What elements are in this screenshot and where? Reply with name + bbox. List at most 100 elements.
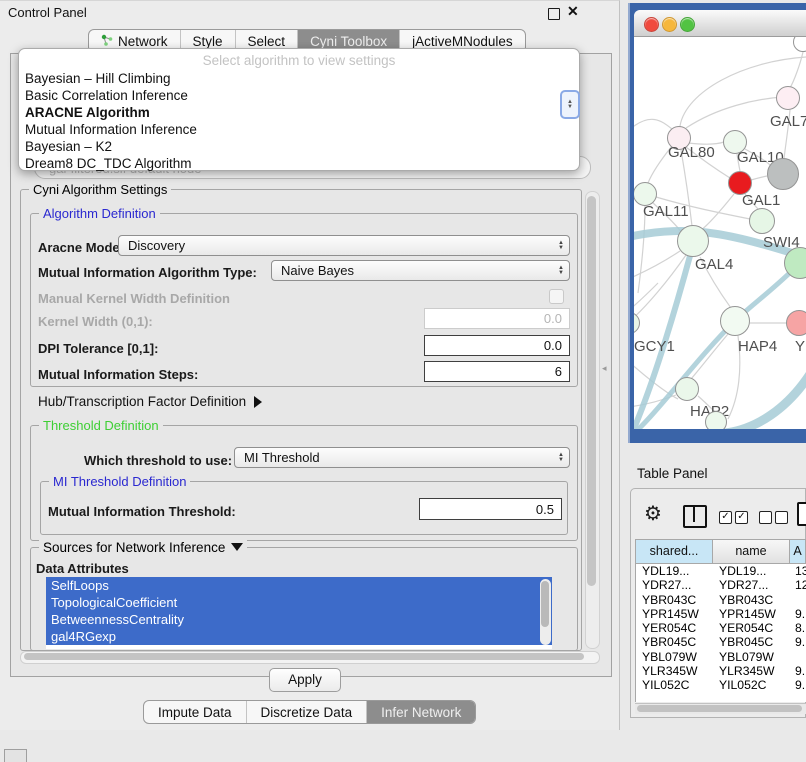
data-attributes-label: Data Attributes [36,561,129,576]
manual-kernel-width-checkbox[interactable] [549,289,564,304]
attribute-list-item[interactable]: TopologicalCoefficient [46,594,552,611]
network-node-y[interactable] [786,310,806,336]
splitter-handle[interactable]: ◂ [602,363,609,377]
float-window-icon[interactable] [548,8,560,20]
network-node-swi4[interactable] [749,208,775,234]
apply-button[interactable]: Apply [269,668,341,692]
cell: YLR345W [713,664,790,678]
network-node[interactable] [767,158,799,190]
table-row[interactable]: YIL052CYIL052C9. [636,678,806,689]
node-label: GAL7 [770,113,806,130]
control-panel-title: Control Panel [8,5,87,20]
data-attributes-list[interactable]: SelfLoopsTopologicalCoefficientBetweenne… [46,577,552,649]
mi-steps-value: 6 [555,364,569,379]
table-row[interactable]: YBR043CYBR043C [636,593,806,607]
cell: 9. [790,664,806,678]
gear-icon[interactable]: ⚙ [644,501,662,526]
cell: YDL19... [636,564,713,578]
tab-impute-data[interactable]: Impute Data [144,701,247,723]
checked-checkbox-icon[interactable]: ✓ [735,511,748,524]
mi-algorithm-type-value: Naive Bayes [272,263,553,278]
cell: YLR345W [636,664,713,678]
cell: YBL079W [636,650,713,664]
attribute-list-item[interactable]: SelfLoops [46,577,552,594]
algorithm-dropdown-popup: Select algorithm to view settings Bayesi… [18,48,580,171]
settings-vertical-scrollbar[interactable] [585,191,600,649]
zoom-traffic-light[interactable] [680,17,695,32]
table-row[interactable]: YBL079WYBL079W [636,650,806,664]
algorithm-option[interactable]: Basic Correlation Inference [19,87,579,104]
bottom-left-button[interactable] [4,749,27,762]
table-row[interactable]: YLR345WYLR345W9. [636,664,806,678]
attribute-list-item[interactable]: BetweennessCentrality [46,611,552,628]
mi-steps-field[interactable]: 6 [424,361,570,382]
network-window-titlebar[interactable] [634,10,806,37]
aracne-mode-select[interactable]: Discovery ▲▼ [118,235,570,256]
sources-group-title[interactable]: Sources for Network Inference [39,540,247,555]
table-horizontal-scrollbar[interactable] [635,703,806,714]
which-threshold-select[interactable]: MI Threshold ▲▼ [234,447,570,468]
tab-discretize-data[interactable]: Discretize Data [247,701,368,723]
dpi-tolerance-field[interactable]: 0.0 [424,335,570,356]
table-row[interactable]: YPR145WYPR145W9. [636,607,806,621]
sources-group-title-text: Sources for Network Inference [43,540,225,555]
cell [790,650,806,664]
cell: 8. [790,621,806,635]
horizontal-scrollbar[interactable] [20,651,600,664]
tab-label: jActiveMNodules [412,34,513,49]
stepper-arrows-icon: ▲▼ [553,453,569,463]
cell: 9. [790,607,806,621]
kernel-width-field[interactable]: 0.0 [424,308,570,329]
cell: 13 [790,564,806,578]
cell: YIL052C [636,678,713,689]
network-canvas[interactable]: GAL7GAL80GAL10GAL1GAL11SWI4GAL4GCY1HAP4Y… [634,37,806,429]
cell: YBR043C [636,593,713,607]
document-icon[interactable] [797,502,806,526]
cell: YBR045C [713,635,790,649]
cell: YDR27... [636,578,713,592]
network-node-hap2[interactable] [675,377,699,401]
algorithm-option[interactable]: Dream8 DC_TDC Algorithm [19,155,579,172]
attribute-list-scrollbar[interactable] [540,579,551,645]
hub-definition-expander[interactable]: Hub/Transcription Factor Definition [38,394,262,409]
minimize-traffic-light[interactable] [662,17,677,32]
unchecked-checkbox-icon[interactable] [759,511,772,524]
node-label: HAP4 [738,338,777,355]
column-header-name[interactable]: name [713,540,790,563]
mi-algorithm-type-select[interactable]: Naive Bayes ▲▼ [271,260,570,281]
attribute-list-item[interactable]: gal4RGexp [46,628,552,645]
column-visibility-icon[interactable] [683,505,707,528]
node-label: Y [795,338,805,355]
column-header-A[interactable]: A [790,540,806,563]
unchecked-checkbox-icon[interactable] [775,511,788,524]
tab-infer-network[interactable]: Infer Network [367,701,475,723]
network-node-hap4[interactable] [720,306,750,336]
algorithm-combobox-stepper[interactable]: ▲▼ [560,90,580,119]
aracne-mode-value: Discovery [119,238,553,253]
table-row[interactable]: YBR045CYBR045C9. [636,635,806,649]
algorithm-option[interactable]: ARACNE Algorithm [19,104,579,121]
algorithm-dropdown-placeholder: Select algorithm to view settings [19,51,579,70]
node-label: GAL11 [643,203,689,220]
checked-checkbox-icon[interactable]: ✓ [719,511,732,524]
network-node-gal7[interactable] [776,86,800,110]
close-icon[interactable]: ✕ [567,3,579,20]
node-label: GAL1 [742,192,780,209]
algorithm-option[interactable]: Bayesian – Hill Climbing [19,70,579,87]
network-node[interactable] [705,411,727,429]
collapse-down-icon [231,543,243,551]
mi-threshold-field[interactable]: 0.5 [419,498,562,520]
table-row[interactable]: YDL19...YDL19...13 [636,564,806,578]
close-traffic-light[interactable] [644,17,659,32]
table-panel: ⚙ ✓ ✓ shared...nameA YDL19...YDL19...13Y… [630,488,806,718]
dpi-tolerance-label: DPI Tolerance [0,1]: [38,341,158,356]
table-row[interactable]: YER054CYER054C8. [636,621,806,635]
table-row[interactable]: YDR27...YDR27...12 [636,578,806,592]
mi-steps-label: Mutual Information Steps: [38,367,198,382]
algorithm-option[interactable]: Mutual Information Inference [19,121,579,138]
network-node-gal4[interactable] [677,225,709,257]
kernel-width-label: Kernel Width (0,1): [38,314,153,329]
column-header-shared[interactable]: shared... [636,540,713,563]
node-table: shared...nameA YDL19...YDL19...13YDR27..… [635,539,806,702]
algorithm-option[interactable]: Bayesian – K2 [19,138,579,155]
